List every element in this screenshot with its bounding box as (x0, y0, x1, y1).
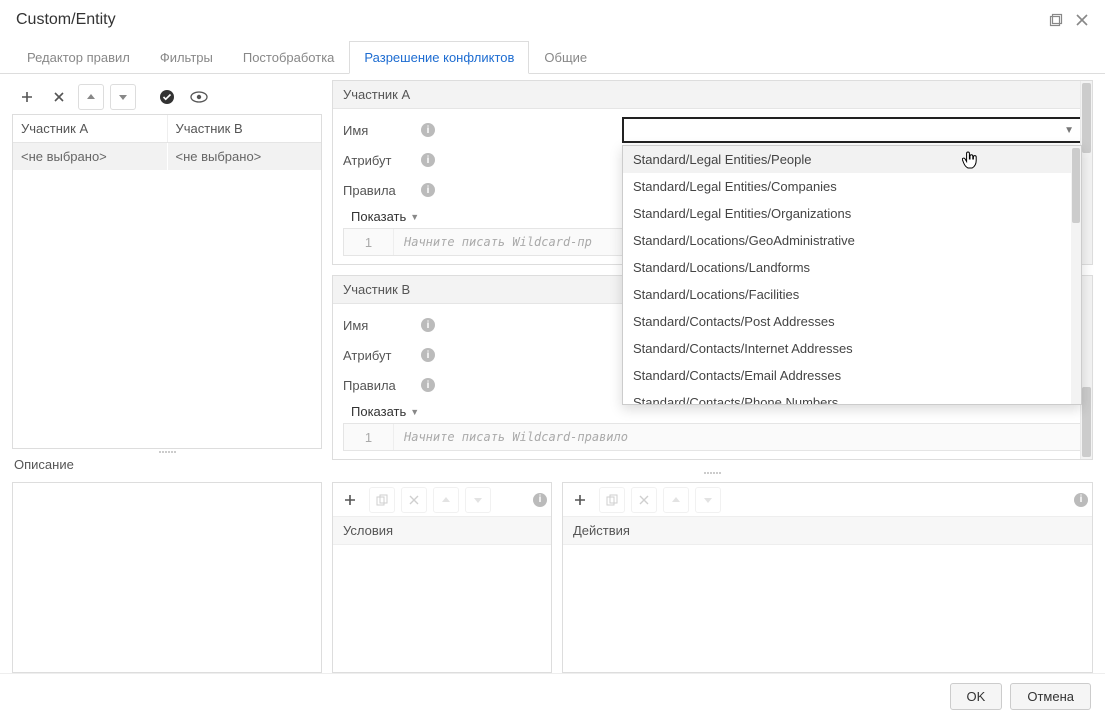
dropdown-scrollbar[interactable] (1071, 146, 1081, 404)
dropdown-item[interactable]: Standard/Legal Entities/Companies (623, 173, 1081, 200)
tab-filters[interactable]: Фильтры (145, 41, 228, 74)
chevron-down-icon: ▼ (410, 212, 419, 222)
conditions-title: Условия (333, 517, 551, 545)
cancel-button[interactable]: Отмена (1010, 683, 1091, 710)
titlebar: Custom/Entity (0, 0, 1105, 40)
tab-postprocessing[interactable]: Постобработка (228, 41, 350, 74)
add-button[interactable] (14, 84, 40, 110)
field-label-name: Имя (343, 123, 413, 138)
move-up-button[interactable] (78, 84, 104, 110)
code-editor[interactable]: 1 Начните писать Wildcard-правило (343, 423, 1082, 451)
chevron-down-icon: ▼ (410, 407, 419, 417)
dialog-footer: OK Отмена (0, 673, 1105, 719)
dropdown-item[interactable]: Standard/Locations/Facilities (623, 281, 1081, 308)
preview-icon[interactable] (186, 84, 212, 110)
dropdown-item[interactable]: Standard/Legal Entities/People (623, 146, 1081, 173)
move-down-button[interactable] (110, 84, 136, 110)
copy-button[interactable] (369, 487, 395, 513)
field-label-rules: Правила (343, 378, 413, 393)
description-label: Описание (12, 455, 322, 476)
dropdown-item[interactable]: Standard/Contacts/Internet Addresses (623, 335, 1081, 362)
dropdown-item[interactable]: Standard/Contacts/Post Addresses (623, 308, 1081, 335)
line-number: 1 (344, 229, 394, 255)
info-icon[interactable]: i (421, 348, 435, 362)
grid-row[interactable]: <не выбрано> <не выбрано> (13, 143, 321, 170)
dropdown-item[interactable]: Standard/Locations/Landforms (623, 254, 1081, 281)
field-label-attribute: Атрибут (343, 153, 413, 168)
drag-handle[interactable] (683, 470, 743, 476)
conditions-toolbar: i (333, 483, 551, 517)
maximize-icon[interactable] (1043, 7, 1069, 33)
info-icon[interactable]: i (421, 318, 435, 332)
window-title: Custom/Entity (16, 11, 1043, 29)
show-label: Показать (351, 209, 406, 224)
dropdown-item[interactable]: Standard/Contacts/Phone Numbers (623, 389, 1081, 405)
move-down-button[interactable] (695, 487, 721, 513)
field-label-name: Имя (343, 318, 413, 333)
name-combobox[interactable]: ▼ Standard/Legal Entities/People Standar… (622, 117, 1082, 143)
dropdown-item[interactable]: Standard/Locations/GeoAdministrative (623, 227, 1081, 254)
delete-button[interactable] (631, 487, 657, 513)
info-icon[interactable]: i (421, 153, 435, 167)
tab-rules-editor[interactable]: Редактор правил (12, 41, 145, 74)
participant-a-title: Участник А (333, 81, 1092, 109)
show-label: Показать (351, 404, 406, 419)
conditions-panel: i Условия (332, 482, 552, 673)
info-icon[interactable]: i (421, 183, 435, 197)
actions-title: Действия (563, 517, 1092, 545)
move-up-button[interactable] (433, 487, 459, 513)
grid-header-a[interactable]: Участник А (13, 115, 168, 142)
dropdown-item[interactable]: Standard/Legal Entities/Organizations (623, 200, 1081, 227)
description-box[interactable] (12, 482, 322, 673)
show-button[interactable]: Показать ▼ (343, 400, 427, 423)
actions-list (563, 545, 1092, 672)
participants-toolbar (12, 80, 322, 114)
close-icon[interactable] (1069, 7, 1095, 33)
tab-general[interactable]: Общие (529, 41, 602, 74)
grid-cell: <не выбрано> (13, 143, 168, 170)
info-icon[interactable]: i (533, 493, 547, 507)
add-button[interactable] (567, 487, 593, 513)
name-input[interactable] (630, 123, 1064, 138)
conditions-list (333, 545, 551, 672)
chevron-down-icon: ▼ (1064, 125, 1074, 136)
code-placeholder: Начните писать Wildcard-правило (394, 424, 1081, 450)
line-number: 1 (344, 424, 394, 450)
grid-header-b[interactable]: Участник В (168, 115, 322, 142)
show-button[interactable]: Показать ▼ (343, 205, 427, 228)
grid-cell: <не выбрано> (168, 143, 322, 170)
move-down-button[interactable] (465, 487, 491, 513)
delete-button[interactable] (401, 487, 427, 513)
tabs: Редактор правил Фильтры Постобработка Ра… (0, 40, 1105, 74)
name-dropdown: Standard/Legal Entities/People Standard/… (622, 145, 1082, 405)
participants-grid: Участник А Участник В <не выбрано> <не в… (12, 114, 322, 449)
field-label-attribute: Атрибут (343, 348, 413, 363)
dropdown-item[interactable]: Standard/Contacts/Email Addresses (623, 362, 1081, 389)
info-icon[interactable]: i (1074, 493, 1088, 507)
move-up-button[interactable] (663, 487, 689, 513)
info-icon[interactable]: i (421, 378, 435, 392)
actions-toolbar: i (563, 483, 1092, 517)
check-icon[interactable] (154, 84, 180, 110)
copy-button[interactable] (599, 487, 625, 513)
tab-conflict-resolution[interactable]: Разрешение конфликтов (349, 41, 529, 74)
ok-button[interactable]: OK (950, 683, 1003, 710)
actions-panel: i Действия (562, 482, 1093, 673)
delete-button[interactable] (46, 84, 72, 110)
field-label-rules: Правила (343, 183, 413, 198)
info-icon[interactable]: i (421, 123, 435, 137)
add-button[interactable] (337, 487, 363, 513)
participant-a-panel: Участник А Имя i ▼ Standard/Legal Entiti… (332, 80, 1093, 265)
